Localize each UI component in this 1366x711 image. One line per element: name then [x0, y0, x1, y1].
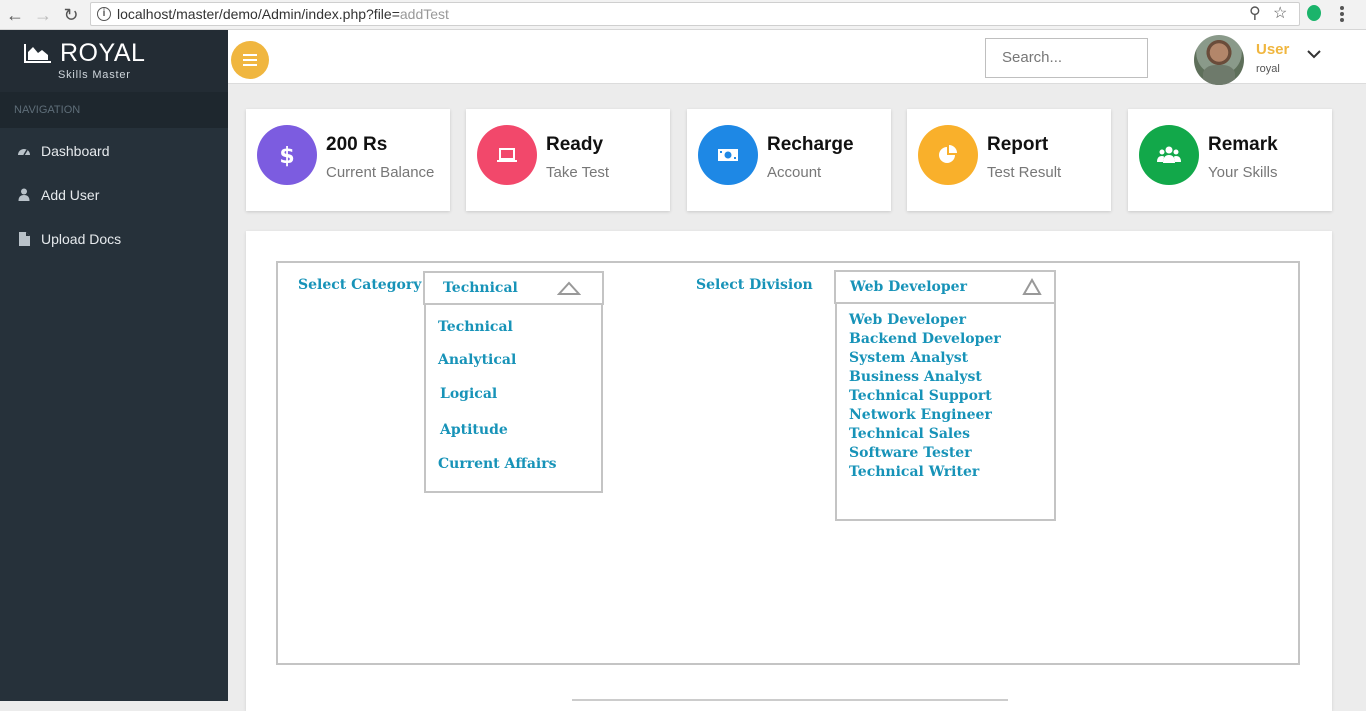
card-remark[interactable]: Remark Your Skills: [1128, 109, 1332, 211]
sidebar-item-label: Add User: [41, 187, 100, 203]
category-label: Select Category: [298, 277, 422, 293]
key-icon[interactable]: ⚲: [1249, 3, 1261, 25]
division-option[interactable]: Business Analyst: [849, 369, 982, 385]
category-options-list: Technical Analytical Logical Aptitude Cu…: [424, 305, 603, 493]
card-subtitle: Current Balance: [326, 164, 435, 181]
division-select[interactable]: Web Developer: [834, 270, 1056, 304]
back-arrow-icon[interactable]: ←: [4, 4, 26, 26]
category-option[interactable]: Technical: [438, 319, 513, 335]
division-option[interactable]: Network Engineer: [849, 407, 992, 423]
sidebar-item-dashboard[interactable]: Dashboard: [0, 131, 228, 171]
main-panel: [246, 231, 1332, 711]
category-option[interactable]: Analytical: [438, 352, 516, 368]
reload-icon[interactable]: ↻: [60, 4, 82, 26]
svg-text:$: $: [279, 144, 294, 167]
category-selected-value: Technical: [443, 280, 518, 296]
area-chart-icon: [24, 44, 51, 63]
browser-toolbar: ← → ↻ i localhost/master/demo/Admin/inde…: [0, 0, 1366, 30]
user-icon: [16, 175, 32, 216]
address-bar[interactable]: i localhost/master/demo/Admin/index.php?…: [90, 2, 1300, 26]
extension-icon[interactable]: [1307, 5, 1321, 21]
avatar[interactable]: [1194, 35, 1244, 85]
chevron-down-icon[interactable]: [1307, 47, 1321, 61]
brand[interactable]: ROYAL Skills Master: [0, 30, 228, 92]
division-selected-value: Web Developer: [850, 279, 967, 295]
search-input[interactable]: Search...: [985, 38, 1148, 78]
card-title: Report: [987, 134, 1049, 155]
division-option[interactable]: Software Tester: [849, 445, 972, 461]
division-option[interactable]: Backend Developer: [849, 331, 1001, 347]
brand-subtitle: Skills Master: [58, 69, 131, 81]
user-role: royal: [1256, 63, 1280, 75]
url-text[interactable]: localhost/master/demo/Admin/index.php?fi…: [117, 6, 449, 22]
sidebar: ROYAL Skills Master NAVIGATION Dashboard…: [0, 30, 228, 701]
browser-menu-icon[interactable]: [1340, 6, 1344, 24]
division-option[interactable]: Technical Writer: [849, 464, 979, 480]
star-icon[interactable]: ☆: [1273, 3, 1287, 25]
card-report[interactable]: Report Test Result: [907, 109, 1111, 211]
sidebar-item-label: Dashboard: [41, 143, 110, 159]
division-options-list: Web Developer Backend Developer System A…: [835, 304, 1056, 521]
card-take-test[interactable]: Ready Take Test: [466, 109, 670, 211]
card-balance[interactable]: $ 200 Rs Current Balance: [246, 109, 450, 211]
topbar: Search... User royal: [228, 30, 1366, 85]
sidebar-item-label: Upload Docs: [41, 231, 122, 247]
triangle-up-icon: [557, 281, 581, 295]
sidebar-item-upload-docs[interactable]: Upload Docs: [0, 219, 228, 259]
card-subtitle: Your Skills: [1208, 164, 1278, 181]
card-title: 200 Rs: [326, 134, 388, 155]
menu-toggle-button[interactable]: [231, 41, 269, 79]
users-icon: [1139, 125, 1199, 185]
category-select[interactable]: Technical: [423, 271, 604, 305]
triangle-up-icon: [1022, 278, 1042, 295]
info-icon[interactable]: i: [97, 7, 111, 21]
card-subtitle: Test Result: [987, 164, 1062, 181]
dollar-icon: $: [257, 125, 317, 185]
forward-arrow-icon[interactable]: →: [32, 4, 54, 26]
card-title: Remark: [1208, 134, 1278, 155]
card-recharge[interactable]: Recharge Account: [687, 109, 891, 211]
division-option[interactable]: System Analyst: [849, 350, 968, 366]
division-option[interactable]: Web Developer: [849, 312, 966, 328]
card-title: Recharge: [767, 134, 854, 155]
dashboard-icon: [16, 131, 32, 172]
laptop-icon: [477, 125, 537, 185]
card-subtitle: Take Test: [546, 164, 610, 181]
pie-chart-icon: [918, 125, 978, 185]
card-title: Ready: [546, 134, 604, 155]
category-option[interactable]: Logical: [440, 386, 497, 402]
money-icon: [698, 125, 758, 185]
division-option[interactable]: Technical Sales: [849, 426, 970, 442]
user-name[interactable]: User: [1256, 41, 1289, 58]
document-icon: [16, 219, 32, 261]
division-option[interactable]: Technical Support: [849, 388, 992, 404]
category-option[interactable]: Aptitude: [440, 422, 508, 438]
division-label: Select Division: [696, 277, 813, 293]
sidebar-item-add-user[interactable]: Add User: [0, 175, 228, 215]
card-subtitle: Account: [767, 164, 822, 181]
brand-name: ROYAL: [60, 39, 146, 67]
category-option[interactable]: Current Affairs: [438, 456, 557, 472]
nav-heading: NAVIGATION: [0, 92, 228, 128]
